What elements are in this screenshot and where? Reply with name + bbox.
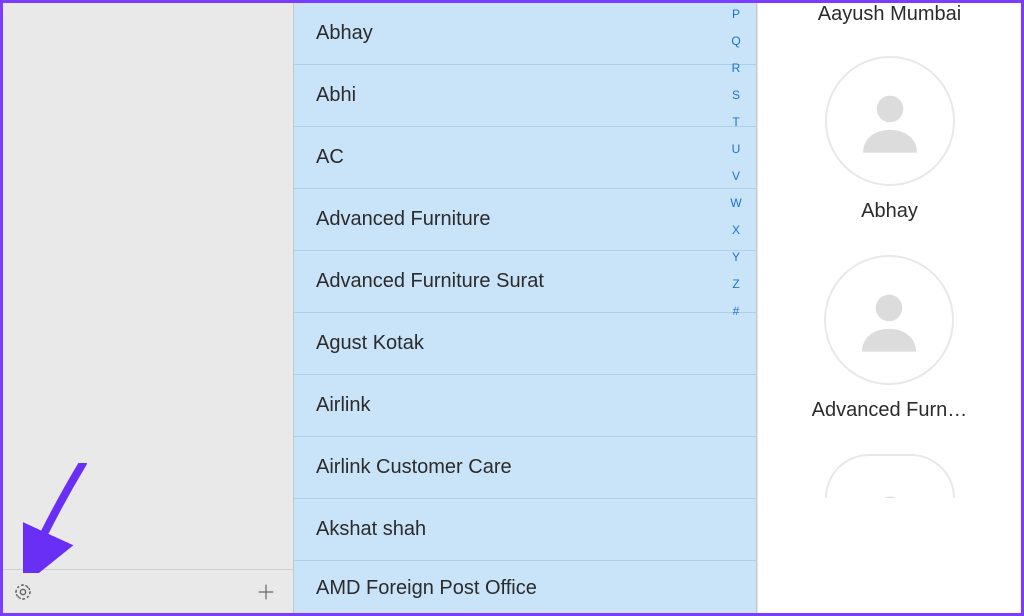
contact-card[interactable] — [825, 454, 955, 498]
contact-name: Aayush Mumbai — [818, 3, 961, 26]
alpha-index-letter[interactable]: R — [732, 61, 741, 75]
contact-row-name: Agust Kotak — [316, 332, 424, 355]
alpha-index-letter[interactable]: W — [730, 196, 741, 210]
contact-row-name: Airlink — [316, 394, 370, 417]
contact-row[interactable]: Airlink — [294, 375, 756, 437]
alpha-index-letter[interactable]: Y — [732, 250, 740, 264]
avatar — [824, 255, 954, 385]
annotation-arrow — [23, 463, 103, 573]
contact-card[interactable]: Abhay — [825, 56, 955, 223]
alpha-index-letter[interactable]: S — [732, 88, 740, 102]
alpha-index-letter[interactable]: X — [732, 223, 740, 237]
contact-row-name: Abhay — [316, 22, 373, 45]
contact-row-name: Abhi — [316, 84, 356, 107]
contact-row-name: AC — [316, 146, 344, 169]
contact-row[interactable]: AMD Foreign Post Office — [294, 561, 756, 615]
gear-icon[interactable] — [13, 582, 33, 602]
sidebar — [3, 3, 293, 613]
alpha-index-letter[interactable]: Q — [731, 34, 740, 48]
avatar — [825, 56, 955, 186]
contact-card[interactable]: Advanced Furn… — [812, 255, 968, 422]
app-frame: Abhay Abhi AC Advanced Furniture Advanced Fu… — [0, 0, 1024, 616]
selected-contacts-panel: Aayush Mumbai Abhay Advanced Furn… — [757, 3, 1021, 613]
alpha-index[interactable]: PQRSTUVWXYZ # — [724, 3, 748, 318]
contact-row-name: Akshat shah — [316, 518, 426, 541]
alpha-index-letter[interactable]: U — [732, 142, 741, 156]
contact-row[interactable]: Airlink Customer Care — [294, 437, 756, 499]
contact-row[interactable]: Advanced Furniture — [294, 189, 756, 251]
alpha-index-letter[interactable]: V — [732, 169, 740, 183]
contact-name: Abhay — [861, 200, 918, 223]
alpha-index-letter[interactable]: T — [732, 115, 739, 129]
contact-row-name: Airlink Customer Care — [316, 456, 512, 479]
alpha-index-letter[interactable]: # — [733, 304, 740, 318]
contact-row[interactable]: Agust Kotak — [294, 313, 756, 375]
contact-row[interactable]: Abhay — [294, 3, 756, 65]
avatar — [825, 454, 955, 498]
contacts-list[interactable]: Abhay Abhi AC Advanced Furniture Advanced Fu… — [293, 3, 757, 613]
contact-name: Advanced Furn… — [812, 399, 968, 422]
contact-row-name: Advanced Furniture Surat — [316, 270, 544, 293]
contact-card[interactable]: Aayush Mumbai — [818, 0, 961, 26]
contact-row-name: Advanced Furniture — [316, 208, 491, 231]
add-icon[interactable] — [255, 581, 277, 603]
contact-row[interactable]: AC — [294, 127, 756, 189]
contact-row-name: AMD Foreign Post Office — [316, 577, 537, 600]
alpha-index-letter[interactable]: Z — [732, 277, 739, 291]
sidebar-toolbar — [3, 569, 293, 613]
alpha-index-letter[interactable]: P — [732, 7, 740, 21]
contact-row[interactable]: Advanced Furniture Surat — [294, 251, 756, 313]
contact-row[interactable]: Abhi — [294, 65, 756, 127]
contact-row[interactable]: Akshat shah — [294, 499, 756, 561]
